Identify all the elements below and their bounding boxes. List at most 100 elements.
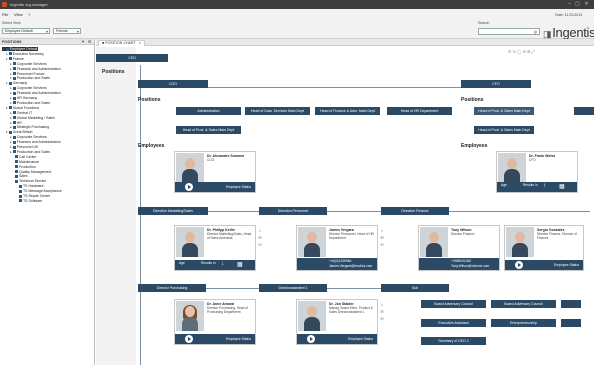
expand-toggle-icon[interactable]: ▸ [10, 121, 12, 125]
employee-card[interactable]: Dr. Alexandre Sommer COO Employee Status [174, 151, 256, 193]
menu-help[interactable]: ? [28, 12, 30, 17]
position-box[interactable]: Administration [176, 107, 241, 115]
position-box[interactable] [561, 300, 581, 308]
expand-toggle-icon[interactable]: ▸ [10, 62, 12, 66]
expand-toggle-icon[interactable]: ▸ [10, 91, 12, 95]
tree-item[interactable]: ▸ HR [10, 121, 22, 125]
expand-toggle-icon[interactable]: ▸ [6, 81, 8, 85]
director-box[interactable]: Direction Finance [381, 207, 449, 215]
expand-toggle-icon[interactable]: ▸ [10, 76, 12, 80]
tree-item[interactable]: ▸ Great Britain [6, 130, 32, 134]
expand-toggle-icon[interactable]: ▸ [10, 72, 12, 76]
arrow-up-icon[interactable]: ↑ [543, 183, 546, 189]
tree-item[interactable]: Call Center [14, 155, 37, 159]
employee-email[interactable]: Tony.Wilson@mixmix.com [451, 264, 489, 268]
tree-item[interactable]: ▸ France [6, 57, 24, 61]
employee-email[interactable]: James.Vergara@lesclics.com [329, 264, 372, 268]
position-box[interactable] [574, 107, 594, 115]
play-icon[interactable] [307, 335, 315, 343]
tree-item[interactable]: ▸ Production and Sales [10, 150, 50, 154]
minimize-button[interactable]: – [566, 1, 573, 7]
tree-item[interactable]: ▸ Personnel France [10, 72, 44, 76]
expand-toggle-icon[interactable]: ▸ [10, 111, 12, 115]
expand-toggle-icon[interactable]: ▸ [10, 96, 12, 100]
close-button[interactable]: ✕ [583, 1, 590, 7]
expand-toggle-icon[interactable]: ▸ [6, 52, 8, 56]
expand-toggle-icon[interactable]: ▸ [10, 150, 12, 154]
tree-item[interactable]: ▸ HR Germany [10, 96, 37, 100]
zoom-toolbar[interactable]: ⊡ ⊖ ◯ ⊕ ⊞ ⤢ [508, 49, 535, 54]
card-side-icons[interactable]: ⌂ ✉ ☏ [379, 227, 385, 248]
expand-toggle-icon[interactable]: ▸ [10, 135, 12, 139]
position-box[interactable]: Board Adversary Council [491, 300, 556, 308]
tree-item[interactable]: ▸ Global Functions [6, 106, 39, 110]
tree-item[interactable]: ▸ Production and Sales [10, 76, 50, 80]
tree-item[interactable]: Sales [14, 174, 28, 178]
expand-toggle-icon[interactable]: ▸ [10, 101, 12, 105]
tab-close-icon[interactable]: × [139, 41, 141, 45]
tree-item[interactable]: TS Message Acceptance [18, 189, 62, 193]
employee-card[interactable]: Dr. Anne Amand Director Purchasing, Head… [174, 299, 256, 345]
position-box[interactable]: Head of Prod. & Sales Main Dept [176, 126, 241, 134]
director-box[interactable]: Sub [381, 284, 449, 292]
tree-item[interactable]: Technical Service [14, 179, 46, 183]
card-side-icons[interactable]: ⌂ ✉ ☏ [257, 227, 263, 248]
position-box[interactable]: Head of Data, Services Main Dept [245, 107, 310, 115]
tree-item[interactable]: ▸ Finances and Administration [10, 140, 61, 144]
tree-item[interactable]: ▸ Financial and Administration [10, 91, 61, 95]
grid-icon[interactable]: ▦ [237, 261, 243, 268]
filter-icon[interactable]: ▼ [81, 39, 85, 44]
employee-card[interactable]: Sergio Gonzales Director Finance, Direct… [504, 225, 584, 271]
employee-card[interactable]: Dr. Philipp Keller Director Marketing/Sa… [174, 225, 256, 271]
position-box[interactable]: Head of Prod. & Sales Main Dept [474, 126, 534, 134]
tree-item[interactable]: ▸ Production and Sales [10, 101, 50, 105]
tree-item[interactable]: ▸ Global Marketing / Sales [10, 116, 55, 120]
maximize-button[interactable]: ▢ [574, 1, 581, 7]
expand-toggle-icon[interactable]: ▸ [10, 116, 12, 120]
ceo-box[interactable]: CEO [96, 54, 168, 62]
position-box[interactable] [561, 319, 581, 327]
director-box[interactable]: Directorassistent 1 [259, 284, 327, 292]
org-chart-canvas[interactable]: ⊡ ⊖ ◯ ⊕ ⊞ ⤢ CEO Positions COO CFO Positi… [96, 47, 594, 365]
expand-toggle-icon[interactable]: ▸ [10, 140, 12, 144]
director-box[interactable]: Direction Marketing/Sales [138, 207, 208, 215]
expand-toggle-icon[interactable]: ▸ [6, 57, 8, 61]
position-box[interactable]: Executive Assistant [421, 319, 486, 327]
tree-item[interactable]: Quality Management [14, 170, 51, 174]
position-box[interactable]: Head of HR Department [387, 107, 452, 115]
tree-item[interactable]: ▸ Corporate Services [10, 62, 47, 66]
play-icon[interactable] [185, 183, 193, 191]
pin-icon[interactable]: ⊞ [88, 39, 91, 44]
card-side-icons[interactable]: ⌂ ✉ ☏ [379, 301, 385, 322]
play-icon[interactable] [515, 261, 523, 269]
play-icon[interactable] [185, 335, 193, 343]
expand-toggle-icon[interactable]: ▸ [10, 125, 12, 129]
menu-view[interactable]: View [14, 12, 23, 17]
employee-card[interactable]: James Vergara Director Personnel, Head o… [296, 225, 378, 271]
director-box[interactable]: Director Purchasing [138, 284, 206, 292]
tree-item[interactable]: ▸ Financial and Administration [10, 67, 61, 71]
position-box[interactable]: Entrepreneurship [491, 319, 556, 327]
position-box[interactable]: Board Adversary Council [421, 300, 486, 308]
cfo-box[interactable]: CFO [461, 80, 531, 88]
tree-item[interactable]: ▸ Germany [6, 81, 27, 85]
director-box[interactable]: Direction Personnel [259, 207, 327, 215]
employee-card[interactable]: Dr. Jon Stalder Manag. Board Mem. Produc… [296, 299, 378, 345]
tree-item[interactable]: ▸ Strategic Purchasing [10, 125, 49, 129]
position-box[interactable]: Secretary of CEO 2 [421, 337, 486, 345]
employee-card[interactable]: Dr. Frank Weiss CFO Age Results In ↑ ▦ [496, 151, 578, 193]
search-input[interactable]: ⚲ [478, 28, 540, 35]
tab-position-chart[interactable]: ■ POSITION CHART × [98, 40, 145, 46]
tree-item[interactable]: ▸ Corporate Services [10, 86, 47, 90]
coo-box[interactable]: COO [138, 80, 208, 88]
expand-toggle-icon[interactable]: ▸ [10, 86, 12, 90]
expand-toggle-icon[interactable]: ▸ [10, 67, 12, 71]
view2-select[interactable]: Friends [53, 28, 81, 34]
menu-file[interactable]: File [2, 12, 8, 17]
tree-item[interactable]: TS Hardware [18, 184, 44, 188]
employee-card[interactable]: Tony Wilson Director Finance +4989002362… [418, 225, 500, 271]
expand-toggle-icon[interactable]: ▸ [3, 47, 5, 51]
position-box[interactable]: Head of Finance & Adm. Main Dept [315, 107, 380, 115]
search-icon[interactable]: ⚲ [534, 30, 537, 36]
view-select[interactable]: Employee Default [2, 28, 50, 34]
